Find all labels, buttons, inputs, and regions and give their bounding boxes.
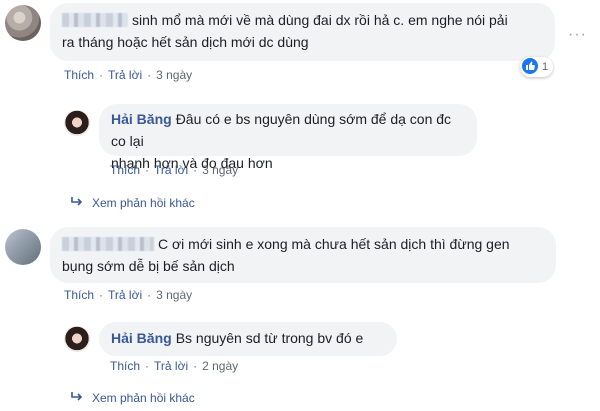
reply-link[interactable]: Trả lời — [108, 288, 142, 302]
reaction-badge[interactable]: 1 — [520, 57, 554, 77]
reply-arrow-icon — [71, 392, 83, 401]
comment-actions: Thích · Trả lời · 3 ngày — [64, 288, 193, 302]
avatar[interactable] — [5, 5, 41, 41]
reply-link[interactable]: Trả lời — [154, 359, 188, 373]
blurred-author-name[interactable] — [62, 13, 128, 27]
view-more-replies-link[interactable]: Xem phản hồi khác — [70, 390, 195, 406]
like-link[interactable]: Thích — [64, 68, 94, 82]
reply-actions: Thích · Trả lời · 3 ngày — [110, 163, 239, 177]
reply-link[interactable]: Trả lời — [108, 68, 142, 82]
timestamp[interactable]: 3 ngày — [202, 163, 238, 177]
comment-text: C ơi mới sinh e xong mà chưa hết sản dịc… — [158, 236, 510, 252]
timestamp[interactable]: 2 ngày — [202, 359, 238, 373]
reply-bubble: Hải Băng Bs nguyên sd từ trong bv đó e — [99, 322, 397, 356]
like-link[interactable]: Thích — [110, 359, 140, 373]
like-link[interactable]: Thích — [64, 288, 94, 302]
author-name[interactable]: Hải Băng — [111, 330, 172, 346]
more-options-icon[interactable]: ··· — [568, 26, 587, 44]
comment-bubble: sinh mổ mà mới về mà dùng đai dx rồi hả … — [50, 3, 555, 61]
avatar[interactable] — [5, 229, 41, 265]
comment-text: bụng sớm dễ bị bế sản dịch — [62, 258, 235, 274]
reply-actions: Thích · Trả lời · 2 ngày — [110, 359, 239, 373]
avatar[interactable] — [64, 110, 90, 136]
timestamp[interactable]: 3 ngày — [156, 288, 192, 302]
reply-text: Bs nguyên sd từ trong bv đó e — [175, 330, 364, 346]
comment-bubble: C ơi mới sinh e xong mà chưa hết sản dịc… — [50, 227, 556, 283]
reply-arrow-icon — [71, 197, 83, 206]
view-more-replies-label[interactable]: Xem phản hồi khác — [92, 196, 195, 210]
timestamp[interactable]: 3 ngày — [156, 68, 192, 82]
blurred-author-name[interactable] — [62, 237, 154, 251]
like-link[interactable]: Thích — [110, 163, 140, 177]
reply-bubble: Hải Băng Đâu có e bs nguyên dùng sớm để d… — [99, 104, 477, 171]
view-more-replies-link[interactable]: Xem phản hồi khác — [70, 195, 195, 211]
view-more-replies-label[interactable]: Xem phản hồi khác — [92, 391, 195, 405]
comment-actions: Thích · Trả lời · 3 ngày — [64, 68, 193, 82]
comment-text: sinh mổ mà mới về mà dùng đai dx rồi hả … — [132, 12, 508, 28]
reply-link[interactable]: Trả lời — [154, 163, 188, 177]
avatar[interactable] — [64, 326, 90, 352]
like-icon — [522, 58, 538, 74]
reaction-count: 1 — [542, 61, 549, 73]
comment-text: ra tháng hoặc hết sản dịch mới dc dùng — [62, 34, 309, 50]
author-name[interactable]: Hải Băng — [111, 111, 172, 127]
comment-line: sinh mổ mà mới về mà dùng đai dx rồi hả … — [62, 9, 543, 31]
